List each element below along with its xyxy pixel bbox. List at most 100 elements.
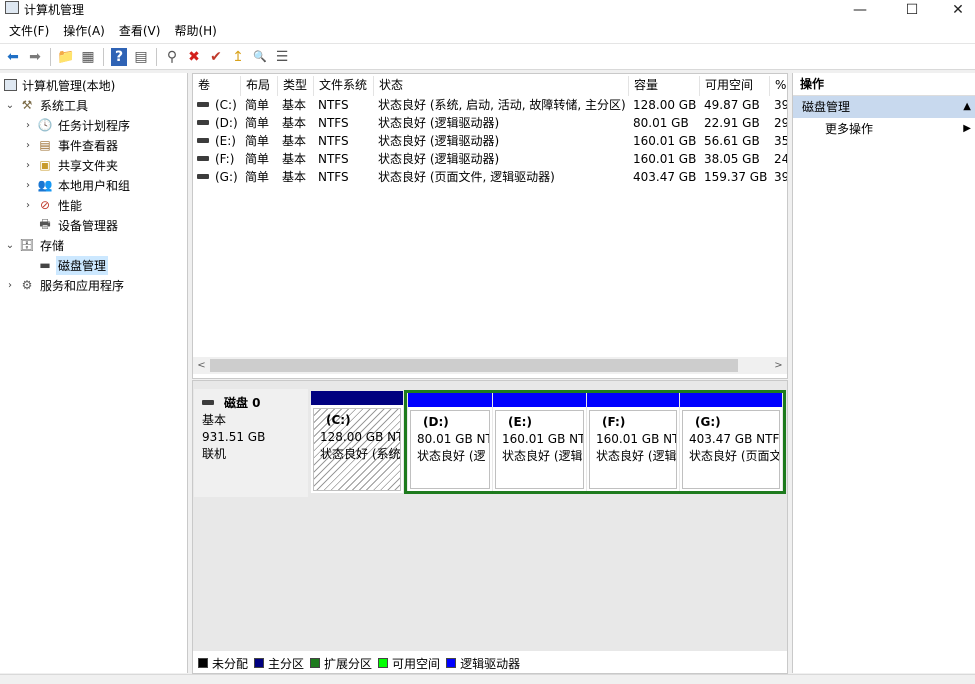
menu-view[interactable]: 查看(V) [112,19,168,43]
table-row[interactable]: (C:) 简单 基本 NTFS 状态良好 (系统, 启动, 活动, 故障转储, 主分区)… [193,96,787,114]
tree-item-storage[interactable]: ⌄ 🗄 存储 [4,235,66,255]
partition-3[interactable]: (F:) 160.01 GB NT 状态良好 (逻辑 [587,393,679,491]
chevron-down-icon[interactable]: ⌄ [4,100,16,111]
legend: 未分配 主分区 扩展分区 可用空间 逻辑驱动器 [194,653,786,673]
logical-drive-bar [680,393,782,407]
legend-swatch [378,658,389,668]
disk-0-label[interactable]: 磁盘 0 基本 931.51 GB 联机 [194,389,308,497]
cell-type: 基本 [282,98,307,112]
volume-name: (G:) [215,170,238,184]
back-icon[interactable]: ⬅ [2,46,24,68]
maximize-button[interactable]: ☐ [889,0,935,19]
connect-icon[interactable]: ⚲ [161,46,183,68]
volume-icon [197,174,209,179]
properties-icon[interactable]: ▤ [130,46,152,68]
menu-file[interactable]: 文件(F) [2,19,56,43]
partition-size: 160.01 GB NT [596,432,677,446]
volume-name: (F:) [215,152,235,166]
event-log-icon: ▤ [39,138,51,152]
show-hide-tree-icon[interactable]: ▦ [77,46,99,68]
cell-free-space: 38.05 GB [704,152,760,166]
partition-4[interactable]: (G:) 403.47 GB NTF 状态良好 (页面文 [680,393,782,491]
cell-type: 基本 [282,134,307,148]
actions-pane: 操作 磁盘管理 ▲ 更多操作 ▶ [792,73,975,673]
tree-item-disk-management[interactable]: ▬ 磁盘管理 [37,255,109,275]
partition-body: (G:) 403.47 GB NTF 状态良好 (页面文 [682,410,780,489]
volume-icon [197,120,209,125]
column-header-filesystem[interactable]: 文件系统 [314,76,374,96]
partition-1[interactable]: (D:) 80.01 GB NT 状态良好 (逻 [408,393,492,491]
table-row[interactable]: (D:) 简单 基本 NTFS 状态良好 (逻辑驱动器) 80.01 GB 22.91 GB… [193,114,787,132]
tree-item-event-viewer[interactable]: › ▤ 事件查看器 [22,135,120,155]
search-icon[interactable]: 🔍 [249,46,271,68]
tree-item-root[interactable]: 计算机管理(本地) [4,75,117,95]
tree-item-performance[interactable]: › ⊘ 性能 [22,195,84,215]
column-header-capacity[interactable]: 容量 [629,76,700,96]
tree-item-device-manager[interactable]: 🖶 设备管理器 [37,215,120,235]
chevron-right-icon[interactable]: › [22,120,34,131]
partition-body: (E:) 160.01 GB NT 状态良好 (逻辑 [495,410,584,489]
primary-partition-bar [311,391,403,405]
cell-layout: 简单 [245,134,270,148]
chevron-right-icon[interactable]: › [22,160,34,171]
horizontal-scrollbar[interactable]: < > [193,357,787,374]
column-header-percent[interactable]: % [770,76,787,96]
cell-status: 状态良好 (页面文件, 逻辑驱动器) [378,170,555,184]
column-header-status[interactable]: 状态 [374,76,629,96]
cell-layout: 简单 [245,116,270,130]
export-icon[interactable]: ↥ [227,46,249,68]
table-row[interactable]: (F:) 简单 基本 NTFS 状态良好 (逻辑驱动器) 160.01 GB 38.05 G… [193,150,787,168]
tree-item-local-users[interactable]: › 👥 本地用户和组 [22,175,132,195]
volume-name: (C:) [215,98,237,112]
more-actions-item[interactable]: 更多操作 ▶ [793,118,975,140]
check-icon[interactable]: ✔ [205,46,227,68]
tree-item-task-scheduler[interactable]: › 🕓 任务计划程序 [22,115,132,135]
close-button[interactable]: ✕ [935,0,975,19]
tree-item-shared-folders[interactable]: › ▣ 共享文件夹 [22,155,120,175]
actions-section-label: 磁盘管理 [802,100,851,114]
column-header-volume[interactable]: 卷 [193,76,241,96]
submenu-arrow-icon: ▶ [963,123,971,134]
chevron-down-icon[interactable]: ⌄ [4,240,16,251]
collapse-icon[interactable]: ▲ [963,96,971,118]
navigation-tree: 计算机管理(本地) ⌄ ⚒ 系统工具 › 🕓 任务计划程序 › ▤ 事件查看器 … [0,73,188,673]
menu-action[interactable]: 操作(A) [56,19,112,43]
cell-type: 基本 [282,170,307,184]
volume-name: (D:) [215,116,238,130]
cell-capacity: 403.47 GB [633,170,697,184]
delete-icon[interactable]: ✖ [183,46,205,68]
column-header-type[interactable]: 类型 [278,76,314,96]
minimize-button[interactable]: — [837,0,883,19]
partition-0[interactable]: (C:) 128.00 GB NT 状态良好 (系统 [311,391,403,493]
chevron-right-icon[interactable]: › [22,140,34,151]
cell-percent: 24 [774,152,788,166]
tree-item-services-apps[interactable]: › ⚙ 服务和应用程序 [4,275,126,295]
chevron-right-icon[interactable]: › [22,180,34,191]
cell-filesystem: NTFS [318,170,349,184]
partition-name: (F:) [602,415,626,429]
forward-icon[interactable]: ➡ [24,46,46,68]
users-icon: 👥 [37,178,53,192]
table-row[interactable]: (E:) 简单 基本 NTFS 状态良好 (逻辑驱动器) 160.01 GB 56.61 G… [193,132,787,150]
help-icon[interactable]: ? [111,47,127,66]
chevron-right-icon[interactable]: › [4,280,16,291]
column-header-layout[interactable]: 布局 [241,76,278,96]
tree-item-system-tools[interactable]: ⌄ ⚒ 系统工具 [4,95,90,115]
menu-help[interactable]: 帮助(H) [167,19,223,43]
chevron-right-icon[interactable]: › [22,200,34,211]
disk-icon [202,400,214,405]
column-header-free-space[interactable]: 可用空间 [700,76,770,96]
disk-graphical-view: 磁盘 0 基本 931.51 GB 联机 (C:) 128.00 GB NT 状态良… [192,380,788,674]
up-folder-icon[interactable]: 📁 [55,46,77,68]
scrollbar-thumb[interactable] [210,359,738,372]
services-icon: ⚙ [21,278,33,292]
partition-2[interactable]: (E:) 160.01 GB NT 状态良好 (逻辑 [493,393,586,491]
tools-icon: ⚒ [21,98,33,112]
table-row[interactable]: (G:) 简单 基本 NTFS 状态良好 (页面文件, 逻辑驱动器) 403.47 GB 1… [193,168,787,186]
scroll-right-icon[interactable]: > [770,357,787,374]
settings-icon[interactable]: ☰ [271,46,293,68]
scroll-left-icon[interactable]: < [193,357,210,374]
legend-swatch [446,658,457,668]
cell-filesystem: NTFS [318,152,349,166]
actions-section-disk-management[interactable]: 磁盘管理 ▲ [793,96,975,118]
